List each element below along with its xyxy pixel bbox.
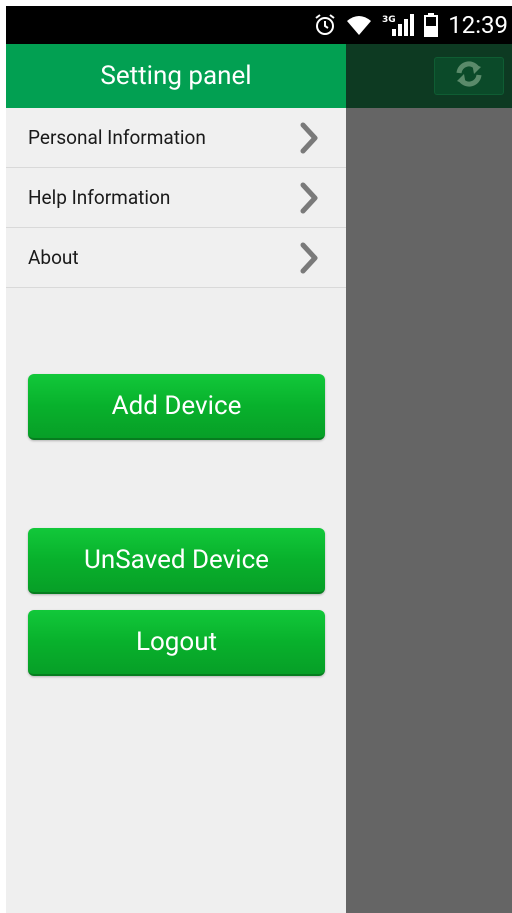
refresh-icon (454, 60, 484, 92)
menu-item-label: Help Information (28, 186, 171, 209)
chevron-right-icon (298, 182, 320, 214)
unsaved-device-button[interactable]: UnSaved Device (28, 528, 325, 594)
alarm-icon (314, 13, 336, 37)
chevron-right-icon (298, 242, 320, 274)
drawer-header: Setting panel (6, 44, 346, 108)
drawer-title: Setting panel (100, 61, 252, 91)
menu-item-help-information[interactable]: Help Information (6, 168, 346, 228)
wifi-icon (346, 14, 372, 36)
menu-item-label: About (28, 246, 79, 269)
battery-icon (424, 13, 439, 37)
chevron-right-icon (298, 122, 320, 154)
add-device-button[interactable]: Add Device (28, 374, 325, 440)
menu-item-personal-information[interactable]: Personal Information (6, 108, 346, 168)
settings-menu: Personal Information Help Information Ab… (6, 108, 346, 288)
logout-button[interactable]: Logout (28, 610, 325, 676)
3g-signal-icon: 3G (382, 13, 415, 37)
menu-item-label: Personal Information (28, 126, 206, 149)
app-screen: 3G 12:39 Setting panel Personal Informat… (0, 0, 512, 913)
status-time: 12:39 (448, 11, 508, 39)
status-bar: 3G 12:39 (6, 6, 512, 44)
main-toolbar (346, 44, 512, 108)
svg-text:3G: 3G (382, 15, 396, 25)
refresh-button[interactable] (434, 57, 504, 95)
menu-item-about[interactable]: About (6, 228, 346, 288)
main-content-scrim[interactable] (346, 44, 512, 913)
settings-drawer: Setting panel Personal Information Help … (6, 44, 346, 913)
